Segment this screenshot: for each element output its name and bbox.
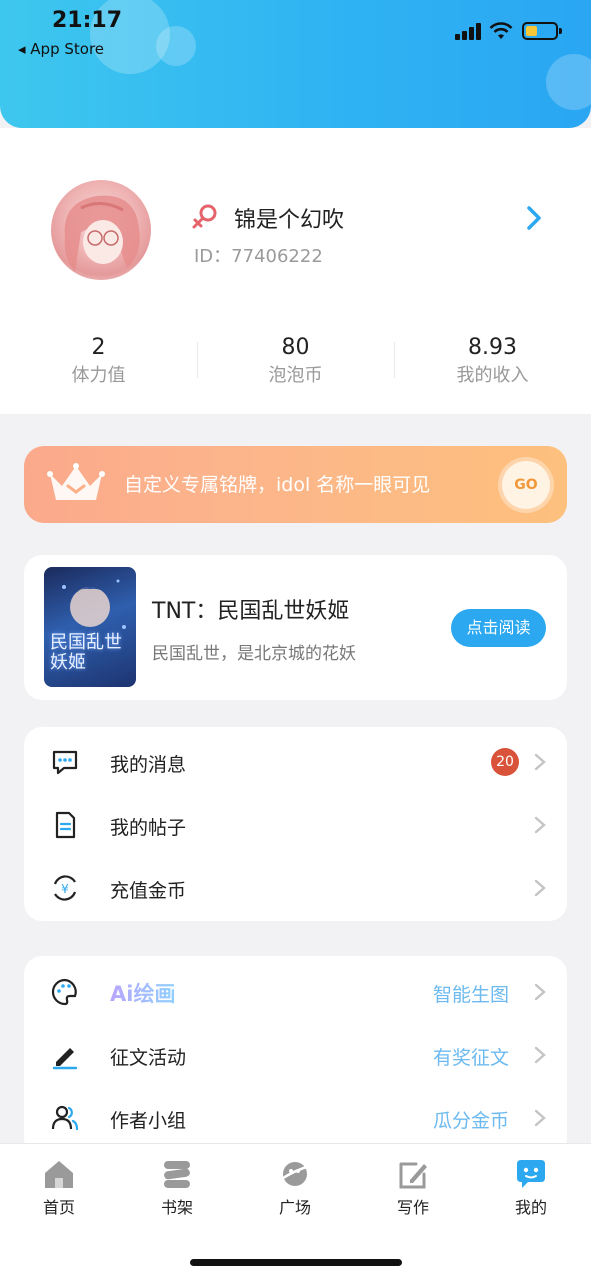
- message-icon: [52, 750, 78, 775]
- menu-item-subtitle: 有奖征文: [432, 1047, 509, 1069]
- tab-bookshelf[interactable]: 书架: [118, 1158, 236, 1218]
- menu-item-label: 我的帖子: [110, 817, 187, 839]
- profile-chevron-right-icon[interactable]: [523, 204, 545, 232]
- stat-label: 体力值: [71, 365, 126, 386]
- tab-label: 书架: [160, 1198, 193, 1217]
- female-gender-icon: [192, 204, 217, 229]
- stat-value: 80: [281, 335, 310, 360]
- user-id: ID：77406222: [194, 246, 323, 267]
- recommended-book-card[interactable]: 民国乱世妖姬 TNT：民国乱世妖姬 民国乱世，是北京城的花妖 点击阅读: [24, 555, 567, 700]
- stat-label: 我的收入: [456, 365, 529, 386]
- tab-mine[interactable]: 我的: [472, 1158, 590, 1218]
- tab-write[interactable]: 写作: [354, 1158, 472, 1218]
- home-indicator: [190, 1259, 402, 1266]
- primary-menu-card: 我的消息 20 我的帖子 ¥ 充值金币: [24, 727, 567, 921]
- book-cover-image[interactable]: 民国乱世妖姬: [44, 567, 136, 687]
- stat-stamina[interactable]: 2 体力值: [0, 328, 197, 386]
- avatar[interactable]: [51, 180, 151, 280]
- stat-income[interactable]: 8.93 我的收入: [394, 328, 591, 386]
- palette-icon: [51, 978, 77, 1006]
- stat-value: 8.93: [468, 335, 517, 360]
- stat-value: 2: [91, 335, 106, 360]
- tab-label: 首页: [42, 1198, 75, 1217]
- chevron-right-icon: [534, 1046, 546, 1064]
- group-icon: [51, 1105, 79, 1131]
- chevron-right-icon: [534, 816, 546, 834]
- svg-text:¥: ¥: [61, 882, 69, 896]
- menu-item-label: 作者小组: [110, 1110, 187, 1132]
- menu-item-label: Ai绘画: [110, 978, 175, 1008]
- tab-square[interactable]: 广场: [236, 1158, 354, 1218]
- stat-bubble-coins[interactable]: 80 泡泡币: [197, 328, 394, 386]
- menu-item-posts[interactable]: 我的帖子: [24, 793, 567, 856]
- menu-item-ai-drawing[interactable]: Ai绘画 智能生图: [24, 960, 567, 1023]
- menu-item-essay-contest[interactable]: 征文活动 有奖征文: [24, 1023, 567, 1086]
- bookshelf-icon: [164, 1161, 190, 1188]
- back-to-app-store[interactable]: ◂ App Store: [18, 40, 104, 58]
- profile-section: 锦是个幻吹 ID：77406222 2 体力值 80 泡泡币 8.93 我的收入: [0, 128, 591, 414]
- menu-item-label: 征文活动: [110, 1047, 187, 1069]
- tab-label: 我的: [514, 1198, 547, 1217]
- stats-row: 2 体力值 80 泡泡币 8.93 我的收入: [0, 328, 591, 398]
- tab-home[interactable]: 首页: [0, 1158, 118, 1218]
- coin-recharge-icon: ¥: [53, 875, 77, 901]
- chevron-right-icon: [534, 983, 546, 1001]
- username: 锦是个幻吹: [234, 208, 345, 233]
- book-title: TNT：民国乱世妖姬: [152, 599, 350, 624]
- planet-icon: [279, 1162, 311, 1186]
- book-cover-title: 民国乱世妖姬: [50, 632, 122, 673]
- menu-item-subtitle: 瓜分金币: [432, 1110, 509, 1132]
- status-time: 21:17: [52, 8, 123, 33]
- document-icon: [55, 811, 76, 839]
- wifi-icon: [489, 22, 513, 39]
- battery-icon: [522, 22, 562, 40]
- menu-item-label: 我的消息: [110, 754, 187, 776]
- tab-label: 写作: [396, 1198, 429, 1217]
- chevron-right-icon: [534, 753, 546, 771]
- go-button[interactable]: GO: [502, 461, 550, 509]
- vip-banner-text: 自定义专属铭牌，idol 名称一眼可见: [124, 474, 431, 496]
- chevron-right-icon: [534, 879, 546, 897]
- profile-chat-icon: [517, 1160, 545, 1188]
- read-now-button[interactable]: 点击阅读: [451, 609, 546, 647]
- secondary-menu-card: Ai绘画 智能生图 征文活动 有奖征文 作者小组 瓜分金币: [24, 956, 567, 1156]
- crown-icon: [47, 463, 105, 500]
- vip-nameplate-banner[interactable]: 自定义专属铭牌，idol 名称一眼可见 GO: [24, 446, 567, 523]
- write-icon: [399, 1162, 427, 1189]
- status-bar: 21:17 ◂ App Store: [0, 0, 591, 70]
- tab-label: 广场: [278, 1198, 311, 1217]
- menu-item-messages[interactable]: 我的消息 20: [24, 730, 567, 793]
- chevron-right-icon: [534, 1109, 546, 1127]
- unread-count-badge: 20: [491, 748, 519, 776]
- menu-item-author-group[interactable]: 作者小组 瓜分金币: [24, 1086, 567, 1149]
- pen-icon: [52, 1048, 78, 1070]
- home-icon: [45, 1161, 73, 1188]
- menu-item-recharge[interactable]: ¥ 充值金币: [24, 856, 567, 919]
- book-description: 民国乱世，是北京城的花妖: [152, 644, 356, 664]
- cellular-signal-icon: [455, 22, 483, 40]
- menu-item-subtitle: 智能生图: [432, 984, 509, 1006]
- menu-item-label: 充值金币: [110, 880, 187, 902]
- stat-label: 泡泡币: [268, 365, 323, 386]
